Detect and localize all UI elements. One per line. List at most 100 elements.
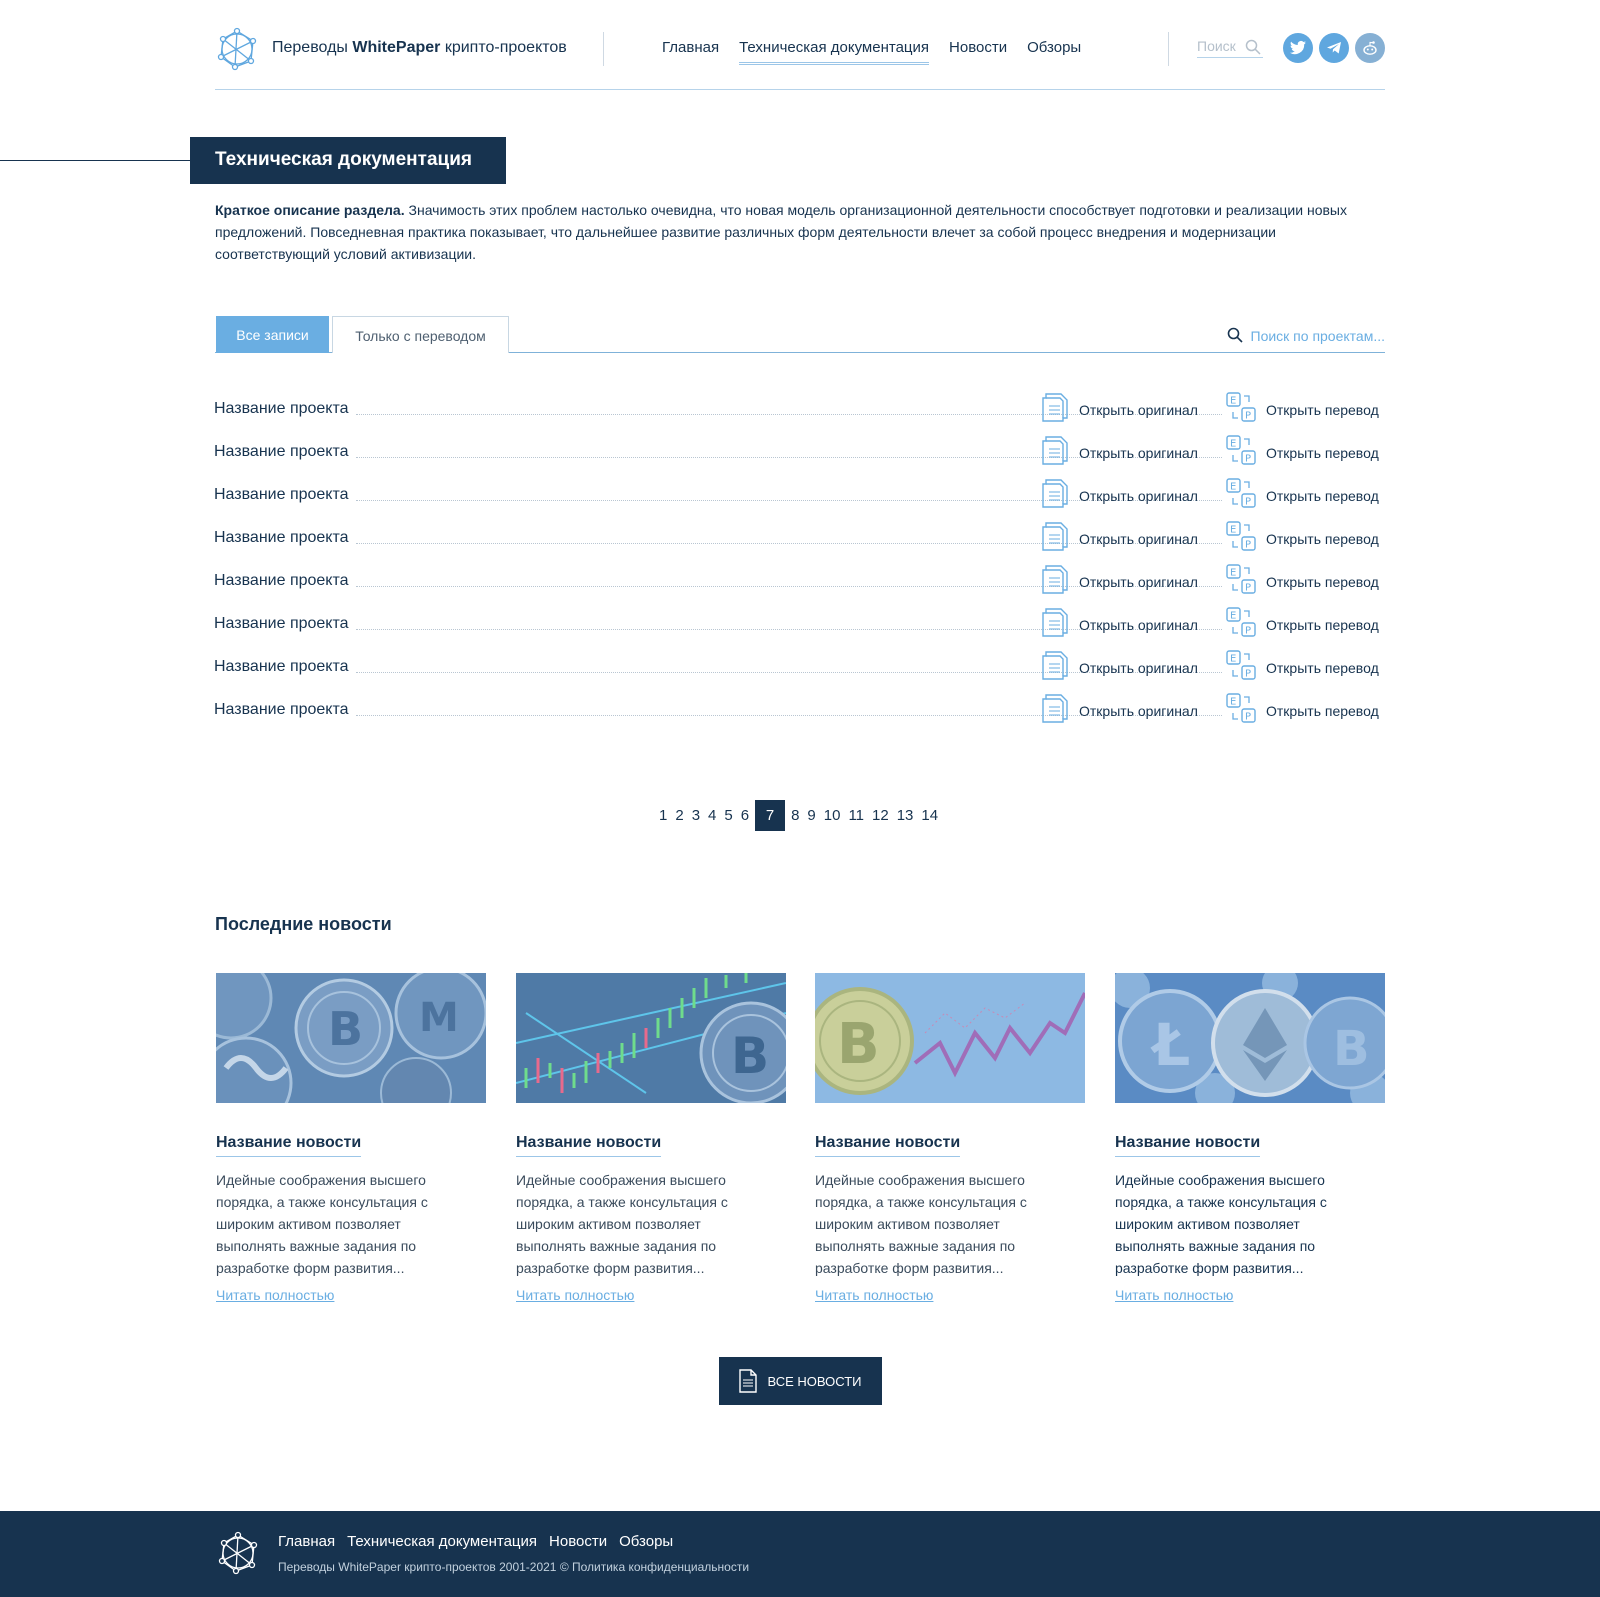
translate-icon[interactable]: EP (1225, 520, 1257, 552)
translate-icon[interactable]: EP (1225, 649, 1257, 681)
page-link[interactable]: 2 (671, 800, 687, 831)
project-search-input[interactable]: Поиск по проектам... (1227, 327, 1385, 344)
nav-news[interactable]: Новости (949, 39, 1007, 65)
page-link[interactable]: 5 (720, 800, 736, 831)
page-link[interactable]: 13 (893, 800, 918, 831)
svg-text:B: B (731, 1027, 769, 1085)
open-translation-link[interactable]: Открыть перевод (1266, 617, 1379, 633)
open-original-link[interactable]: Открыть оригинал (1079, 488, 1198, 504)
open-translation-link[interactable]: Открыть перевод (1266, 574, 1379, 590)
description-lead: Краткое описание раздела. (215, 202, 405, 218)
news-title[interactable]: Название новости (1115, 1134, 1261, 1157)
translate-icon[interactable]: EP (1225, 434, 1257, 466)
nav-tech-docs[interactable]: Техническая документация (739, 39, 930, 65)
page-link[interactable]: 1 (655, 800, 671, 831)
news-title[interactable]: Название новости (516, 1134, 662, 1157)
page-title: Техническая документация (190, 137, 506, 184)
project-name[interactable]: Название проекта (214, 701, 351, 719)
open-translation-link[interactable]: Открыть перевод (1266, 660, 1379, 676)
read-more-link[interactable]: Читать полностью (516, 1287, 634, 1303)
page-link[interactable]: 3 (688, 800, 704, 831)
open-original-link[interactable]: Открыть оригинал (1079, 531, 1198, 547)
svg-text:Ł: Ł (1150, 1011, 1190, 1079)
open-original-link[interactable]: Открыть оригинал (1079, 660, 1198, 676)
brand-prefix: Переводы (272, 39, 348, 56)
twitter-icon[interactable] (1283, 33, 1313, 63)
open-original-link[interactable]: Открыть оригинал (1079, 574, 1198, 590)
open-original-link[interactable]: Открыть оригинал (1079, 617, 1198, 633)
translate-icon[interactable]: EP (1225, 563, 1257, 595)
main-nav: Главная Техническая документация Новости… (662, 39, 1081, 65)
nav-reviews[interactable]: Обзоры (1027, 39, 1081, 65)
news-image-growth[interactable]: B (806, 973, 1087, 1103)
document-copy-icon[interactable] (1040, 391, 1072, 423)
document-copy-icon[interactable] (1040, 434, 1072, 466)
search-icon[interactable] (1227, 327, 1243, 343)
logo-icon[interactable] (215, 27, 259, 71)
tab-all-records[interactable]: Все записи (216, 316, 329, 353)
footer-nav-news[interactable]: Новости (549, 1533, 607, 1550)
translate-icon[interactable]: EP (1225, 477, 1257, 509)
project-name[interactable]: Название проекта (214, 486, 351, 504)
brand-title[interactable]: Переводы WhitePaper крипто-проектов (272, 39, 567, 57)
tab-translated-only[interactable]: Только с переводом (332, 316, 509, 353)
open-translation-link[interactable]: Открыть перевод (1266, 445, 1379, 461)
project-name[interactable]: Название проекта (214, 400, 351, 418)
document-copy-icon[interactable] (1040, 520, 1072, 552)
footer-nav-reviews[interactable]: Обзоры (619, 1533, 673, 1550)
read-more-link[interactable]: Читать полностью (815, 1287, 933, 1303)
news-section-title: Последние новости (215, 914, 392, 934)
project-name[interactable]: Название проекта (214, 443, 351, 461)
news-title[interactable]: Название новости (815, 1134, 961, 1157)
translate-icon[interactable]: EP (1225, 391, 1257, 423)
page-link[interactable]: 4 (704, 800, 720, 831)
document-copy-icon[interactable] (1040, 692, 1072, 724)
news-image-coins[interactable]: B M (189, 956, 488, 1130)
page-link[interactable]: 12 (868, 800, 893, 831)
page-link[interactable]: 9 (803, 800, 819, 831)
brand-bold: WhitePaper (352, 39, 441, 56)
logo-icon[interactable] (216, 1531, 260, 1575)
page-link[interactable]: 11 (844, 800, 868, 831)
document-copy-icon[interactable] (1040, 649, 1072, 681)
page-current[interactable]: 7 (755, 800, 786, 831)
translate-icon[interactable]: EP (1225, 692, 1257, 724)
svg-text:P: P (1245, 540, 1251, 551)
open-original-link[interactable]: Открыть оригинал (1079, 445, 1198, 461)
document-copy-icon[interactable] (1040, 563, 1072, 595)
news-image-chart[interactable]: B (515, 973, 803, 1105)
project-name[interactable]: Название проекта (214, 572, 351, 590)
page-link[interactable]: 8 (787, 800, 803, 831)
nav-home[interactable]: Главная (662, 39, 719, 65)
news-excerpt: Идейные соображения высшего порядка, а т… (1115, 1172, 1327, 1276)
open-translation-link[interactable]: Открыть перевод (1266, 488, 1379, 504)
project-name[interactable]: Название проекта (214, 615, 351, 633)
footer-nav-tech-docs[interactable]: Техническая документация (347, 1533, 537, 1550)
page-link[interactable]: 10 (820, 800, 845, 831)
news-image-altcoins[interactable]: Ł B (1110, 965, 1397, 1113)
svg-text:E: E (1230, 525, 1236, 536)
translate-icon[interactable]: EP (1225, 606, 1257, 638)
reddit-icon[interactable] (1355, 33, 1385, 63)
footer-nav-home[interactable]: Главная (278, 1533, 335, 1550)
project-name[interactable]: Название проекта (214, 529, 351, 547)
document-copy-icon[interactable] (1040, 606, 1072, 638)
search-icon[interactable] (1245, 39, 1261, 55)
page-link[interactable]: 6 (737, 800, 753, 831)
page-link[interactable]: 14 (917, 800, 942, 831)
svg-text:B: B (1333, 1021, 1370, 1077)
all-news-button[interactable]: ВСЕ НОВОСТИ (719, 1357, 882, 1405)
document-copy-icon[interactable] (1040, 477, 1072, 509)
open-translation-link[interactable]: Открыть перевод (1266, 703, 1379, 719)
open-original-link[interactable]: Открыть оригинал (1079, 402, 1198, 418)
open-original-link[interactable]: Открыть оригинал (1079, 703, 1198, 719)
telegram-icon[interactable] (1319, 33, 1349, 63)
news-card: B Название новости Идейные соображения в… (806, 973, 1087, 1305)
project-name[interactable]: Название проекта (214, 658, 351, 676)
news-title[interactable]: Название новости (216, 1134, 362, 1157)
read-more-link[interactable]: Читать полностью (1115, 1287, 1233, 1303)
read-more-link[interactable]: Читать полностью (216, 1287, 334, 1303)
header-search-input[interactable]: Поиск (1197, 38, 1263, 58)
open-translation-link[interactable]: Открыть перевод (1266, 402, 1379, 418)
open-translation-link[interactable]: Открыть перевод (1266, 531, 1379, 547)
